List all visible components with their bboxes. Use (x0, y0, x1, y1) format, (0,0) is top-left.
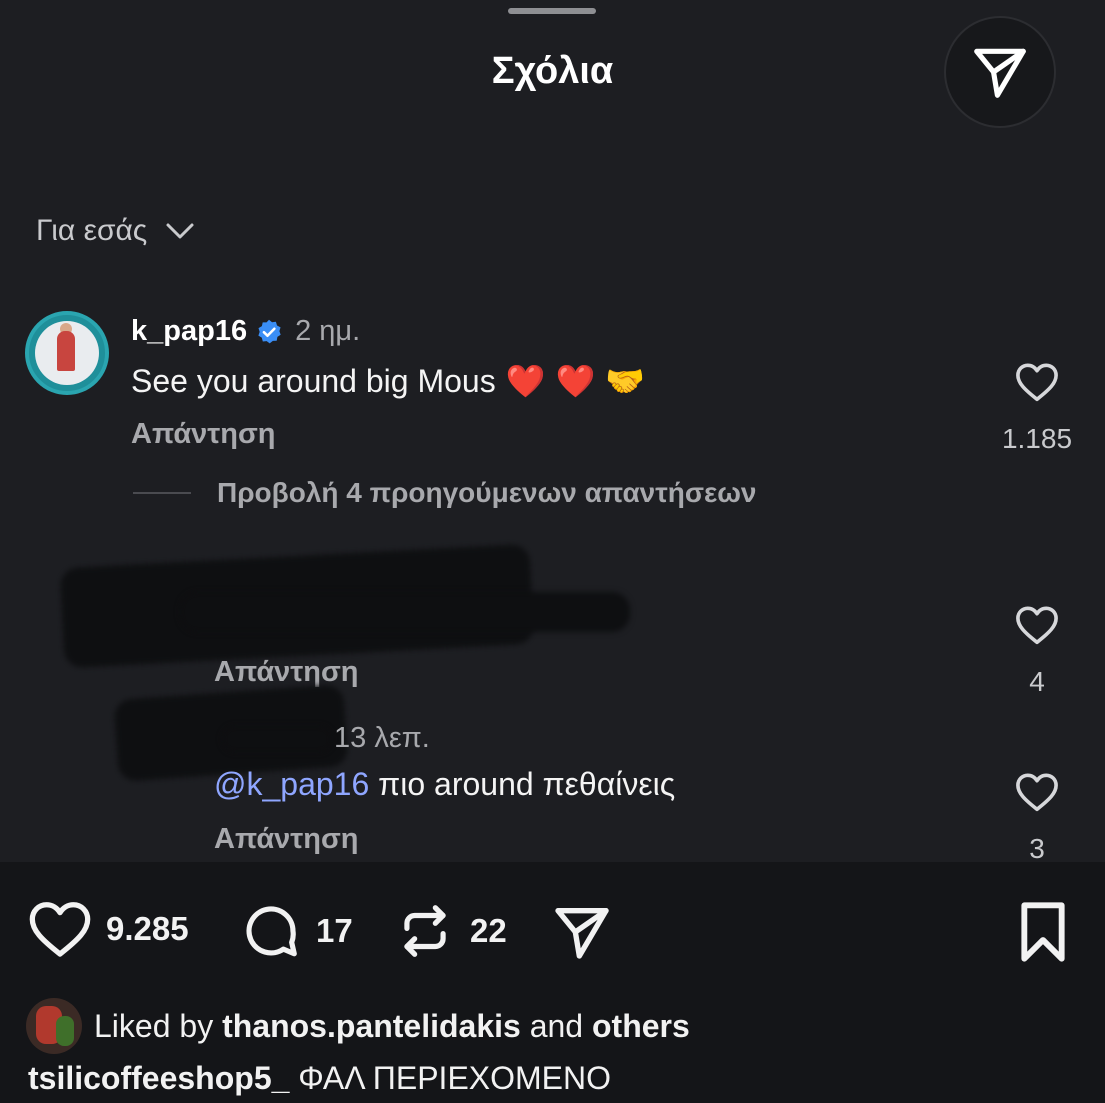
post-caption: tsilicoffeeshop5_ ΦΑΛ ΠΕΡΙΕΧΟΜΕΝΟ (28, 1060, 611, 1097)
reply-button[interactable]: Απάντηση (214, 823, 359, 856)
comment-author: k_pap16 2 ημ. (131, 315, 360, 348)
reply-button[interactable]: Απάντηση (131, 418, 276, 451)
view-replies[interactable]: Προβολή 4 προηγούμενων απαντήσεων (133, 477, 757, 509)
reply-body: πιο around πεθαίνεις (369, 766, 676, 802)
reply-meta: 13 λεπ. (214, 722, 430, 755)
reply-text: @k_pap16 πιο around πεθαίνεις (214, 766, 675, 803)
like-count: 3 (1029, 833, 1045, 864)
view-replies-label: Προβολή 4 προηγούμενων απαντήσεων (217, 477, 757, 508)
liked-by: Liked by thanos.pantelidakis and others (26, 998, 690, 1054)
send-icon (974, 48, 1026, 98)
chevron-down-icon (166, 223, 194, 239)
comment-time: 2 ημ. (295, 315, 361, 347)
like-heart-icon[interactable] (1015, 605, 1059, 645)
username[interactable]: k_pap16 (131, 315, 247, 348)
reply-button[interactable]: Απάντηση (214, 656, 359, 689)
liked-by-user[interactable]: thanos.pantelidakis (222, 1008, 521, 1044)
mention-link[interactable]: @k_pap16 (214, 766, 369, 802)
drag-handle[interactable] (508, 8, 596, 14)
repost-icon (404, 905, 446, 957)
verified-badge-icon (258, 319, 281, 343)
share-button[interactable] (944, 16, 1056, 128)
share-post-button[interactable] (550, 900, 614, 964)
save-button[interactable] (1014, 900, 1072, 964)
caption-username[interactable]: tsilicoffeeshop5_ (28, 1060, 289, 1096)
liked-middle: and (520, 1007, 592, 1044)
like-heart-icon[interactable] (1015, 772, 1059, 812)
comments-sheet: Σχόλια Για εσάς k_pap16 2 ημ. See you ar… (0, 0, 1105, 864)
repost-button[interactable]: 22 (394, 900, 507, 962)
comment-body: See you around big Mous (131, 362, 496, 399)
send-icon (555, 908, 609, 959)
like-button[interactable]: 9.285 (28, 900, 189, 958)
divider (133, 492, 191, 494)
avatar[interactable] (25, 311, 109, 395)
sheet-title: Σχόλια (491, 50, 614, 92)
heart-emoji-2: ❤️ (555, 363, 596, 399)
comment-button[interactable]: 17 (240, 900, 353, 962)
sort-dropdown[interactable]: Για εσάς (36, 214, 195, 248)
like-count: 1.185 (1001, 423, 1073, 454)
handshake-emoji: 🤝 (605, 363, 646, 399)
liked-prefix: Liked by (94, 1007, 223, 1044)
comment-count: 17 (316, 912, 353, 949)
like-heart-icon[interactable] (1015, 362, 1059, 402)
reply-time: 13 λεπ. (334, 722, 430, 754)
repost-count: 22 (470, 912, 507, 949)
redaction (180, 592, 630, 632)
post-action-bar: 9.285 17 22 (0, 862, 1105, 1002)
bookmark-icon (1021, 902, 1065, 962)
sort-label: Για εσάς (36, 214, 148, 247)
like-count: 4 (1029, 666, 1045, 697)
avatar[interactable] (26, 998, 82, 1054)
liked-by-others[interactable]: others (592, 1008, 690, 1044)
comment-text: See you around big Mous ❤️ ❤️ 🤝 (131, 362, 645, 400)
caption-text: ΦΑΛ ΠΕΡΙΕΧΟΜΕΝΟ (289, 1060, 612, 1096)
heart-emoji-1: ❤️ (505, 363, 546, 399)
comment-icon (246, 906, 297, 957)
heart-icon (29, 902, 91, 957)
like-count: 9.285 (106, 910, 189, 947)
